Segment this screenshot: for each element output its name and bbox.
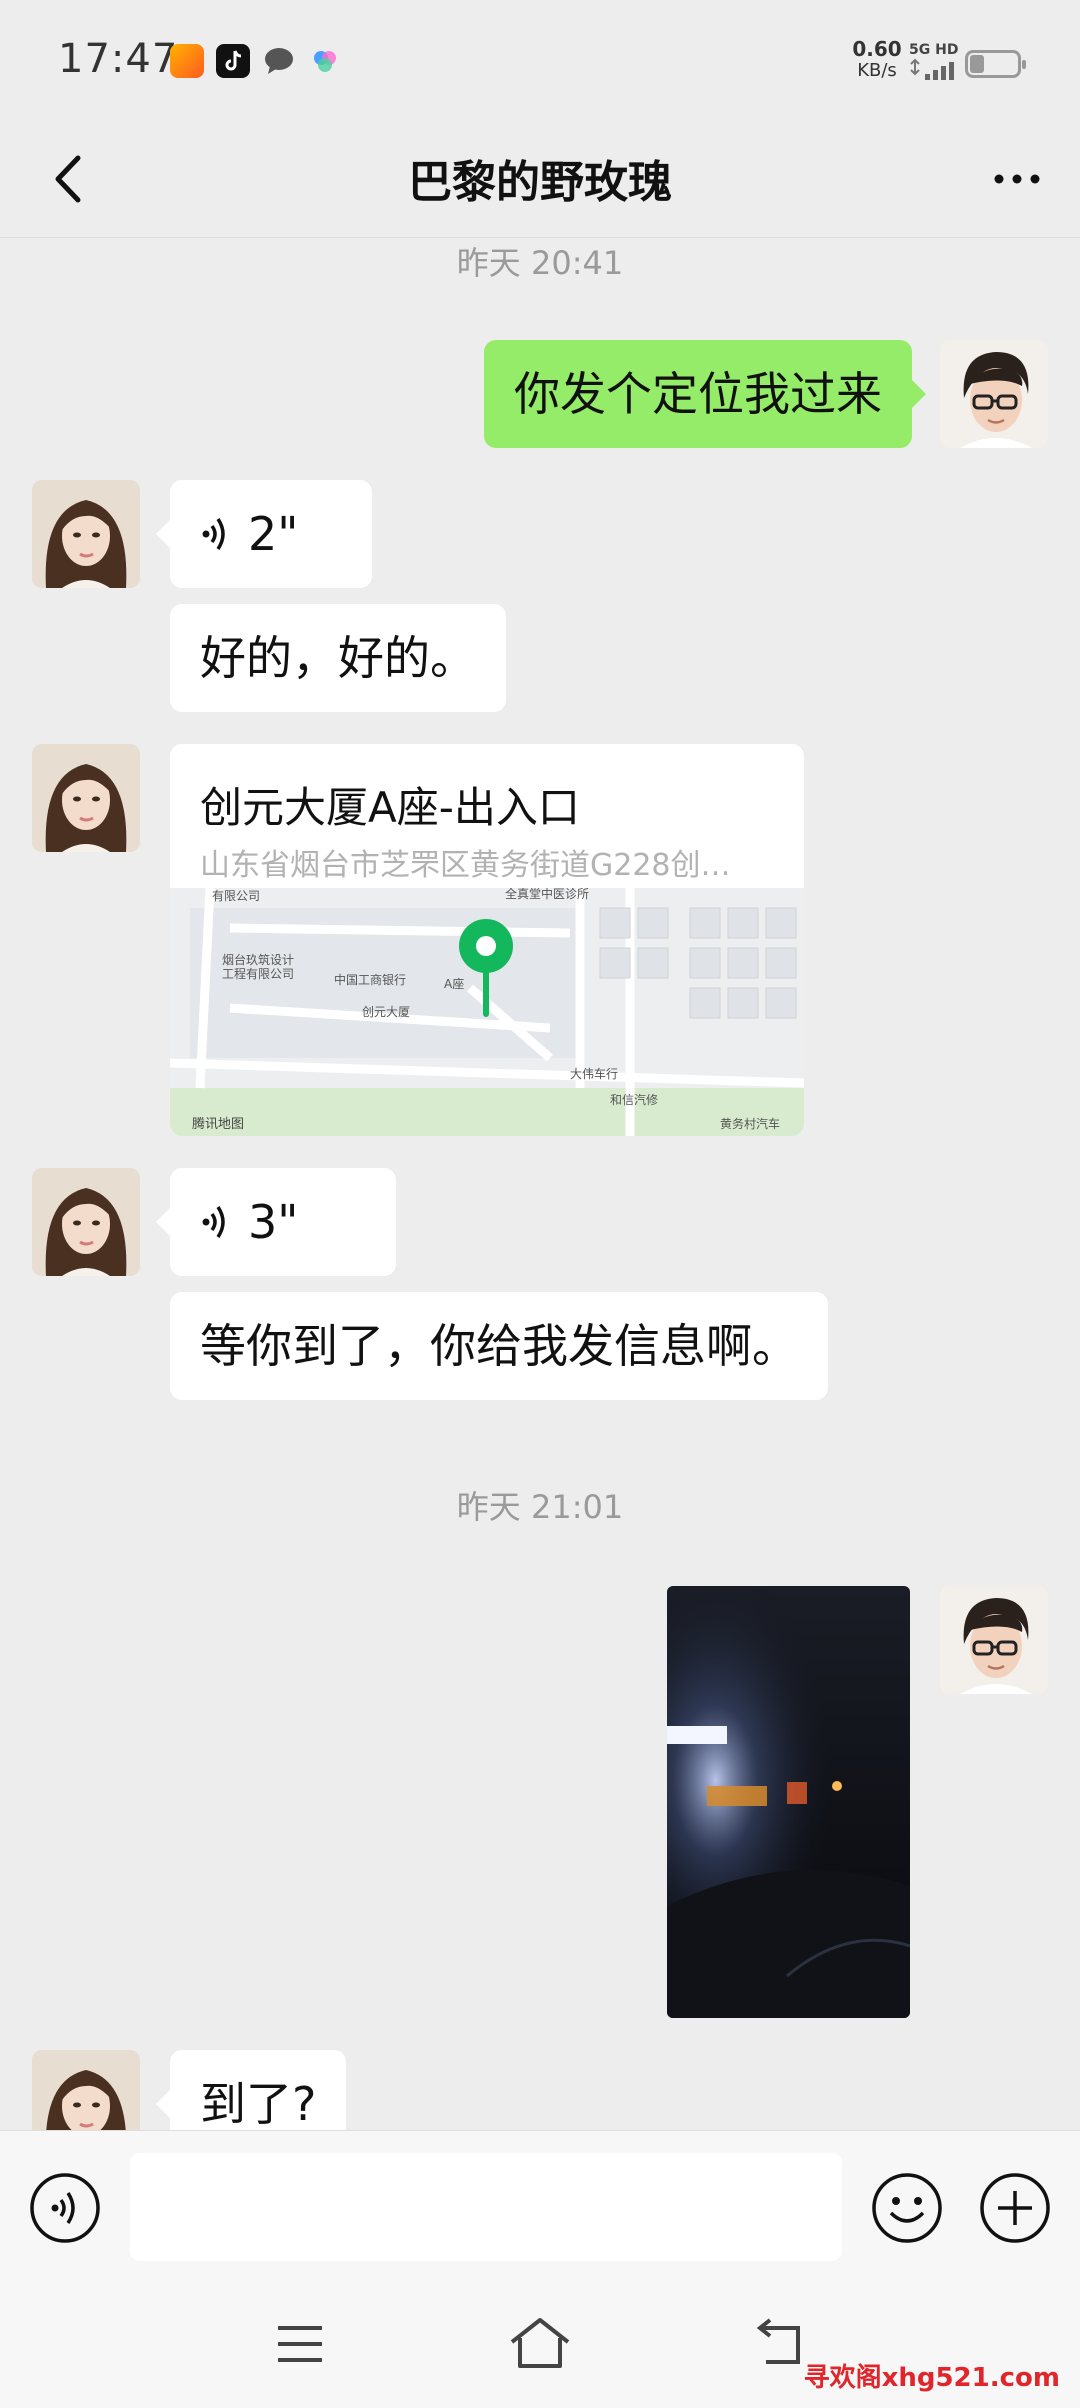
chat-header: 巴黎的野玫瑰: [0, 120, 1080, 238]
back-arrow-icon: [756, 2318, 800, 2364]
map-label-bike: 大伟车行: [570, 1066, 618, 1081]
map-label-hexin: 和信汽修: [610, 1092, 658, 1107]
menu-icon: [278, 2326, 322, 2362]
contact-avatar[interactable]: [32, 2050, 140, 2130]
incoming-message[interactable]: 等你到了，你给我发信息啊。: [170, 1292, 828, 1400]
video-app-icon: [170, 44, 204, 78]
map-label-huangwu: 黄务村汽车: [720, 1116, 780, 1131]
status-time: 17:47: [58, 36, 179, 82]
battery-icon: [965, 50, 1026, 78]
my-avatar[interactable]: [940, 1586, 1048, 1694]
svg-text:5G HD: 5G HD: [909, 42, 958, 58]
outgoing-message[interactable]: 你发个定位我过来: [484, 340, 926, 448]
timestamp: 昨天 20:41: [456, 244, 624, 282]
watermark: 寻欢阁xhg521.com: [803, 2363, 1060, 2393]
map-label-seat-a: A座: [444, 976, 464, 991]
status-bar: 17:47 0.60 KB/s 5G HD: [0, 0, 1080, 120]
my-avatar[interactable]: [940, 340, 1048, 448]
location-map: 有限公司 全真堂中医诊所 烟台玖筑设计工程有限公司 中国工商银行 创元大厦 A座…: [170, 888, 804, 1136]
network-speed: 0.60 KB/s: [842, 38, 912, 82]
timestamp: 昨天 21:01: [456, 1488, 624, 1526]
message-text-input[interactable]: [130, 2153, 842, 2261]
message-input-bar: [0, 2130, 1080, 2278]
voice-icon: [30, 2173, 100, 2243]
contact-avatar[interactable]: [32, 744, 140, 852]
home-icon: [510, 2318, 570, 2368]
more-dots-icon: [994, 174, 1040, 184]
voice-duration: 3": [248, 1195, 299, 1249]
more-features-button[interactable]: [978, 2171, 1052, 2245]
system-navigation-bar: 寻欢阁xhg521.com: [0, 2278, 1080, 2408]
voice-message[interactable]: 3": [156, 1168, 396, 1276]
location-name: 创元大厦A座-出入口: [200, 783, 580, 832]
cloud-app-icon: [308, 44, 342, 78]
voice-input-button[interactable]: [28, 2171, 102, 2245]
signal-icon: 5G HD: [905, 40, 965, 84]
net-speed-value: 0.60: [852, 37, 902, 61]
home-button[interactable]: [508, 2314, 572, 2374]
voice-wave-icon: [202, 518, 225, 550]
map-label-clinic: 全真堂中医诊所: [505, 888, 589, 901]
location-message[interactable]: 创元大厦A座-出入口 山东省烟台市芝罘区黄务街道G228创… 有限公司 全真堂中…: [170, 744, 804, 1136]
emoji-button[interactable]: [870, 2171, 944, 2245]
contact-avatar[interactable]: [32, 1168, 140, 1276]
location-address: 山东省烟台市芝罘区黄务街道G228创…: [200, 848, 731, 883]
status-app-icons: [170, 44, 342, 80]
voice-duration: 2": [248, 507, 299, 561]
map-label-design: 烟台玖筑设计工程有限公司: [222, 952, 294, 981]
message-bubble-icon: [262, 44, 296, 78]
voice-message[interactable]: 2": [156, 480, 372, 588]
net-speed-unit: KB/s: [857, 60, 897, 81]
video-message[interactable]: [667, 1586, 910, 2018]
plus-icon: [980, 2173, 1050, 2243]
contact-avatar[interactable]: [32, 480, 140, 588]
emoji-icon: [872, 2173, 942, 2243]
map-label-tower: 创元大厦: [362, 1005, 410, 1019]
tiktok-icon: [216, 44, 250, 78]
voice-wave-icon: [202, 1206, 225, 1238]
back-nav-button[interactable]: [748, 2314, 812, 2374]
chat-message-list[interactable]: 昨天 20:41 你发个定位我过来 2" 好的，好的。 创元大厦A座-出入口 山…: [0, 238, 1080, 2130]
map-label-company: 有限公司: [212, 889, 260, 903]
map-provider: 腾讯地图: [192, 1116, 244, 1132]
chat-title: 巴黎的野玫瑰: [408, 157, 672, 208]
map-label-bank: 中国工商银行: [334, 972, 406, 987]
incoming-message[interactable]: 好的，好的。: [170, 604, 506, 712]
recent-apps-button[interactable]: [268, 2314, 332, 2374]
more-button[interactable]: [982, 144, 1052, 214]
incoming-message[interactable]: 到了?: [155, 2050, 347, 2130]
